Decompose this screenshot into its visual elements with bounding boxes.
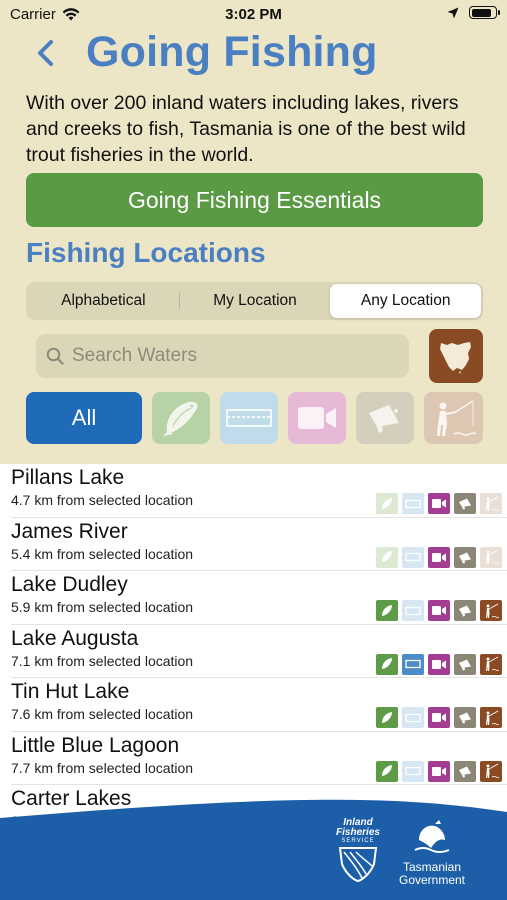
location-row[interactable]: Lake Dudley 5.9 km from selected location [11, 571, 507, 625]
tasmanian-government-logo: Tasmanian Government [392, 818, 472, 887]
video-camera-icon [298, 407, 336, 429]
location-distance: 4.7 km from selected location [11, 492, 194, 508]
filter-bar: All [26, 392, 483, 446]
info-badge-icon [454, 600, 476, 621]
filter-fish-button[interactable] [152, 392, 210, 444]
water-badge-icon [402, 653, 424, 675]
video-badge-icon [428, 493, 450, 514]
feature-badges [376, 760, 502, 782]
video-badge-icon [428, 546, 450, 568]
location-arrow-icon [447, 7, 459, 18]
status-bar: Carrier 3:02 PM [0, 0, 507, 28]
logo1-line2: Fisheries [336, 827, 380, 838]
water-badge-icon [402, 493, 424, 514]
search-icon [46, 347, 64, 365]
search-placeholder: Search Waters [72, 345, 197, 366]
fish-badge-icon [376, 760, 398, 782]
section-title: Fishing Locations [26, 237, 266, 268]
locations-list: Pillans Lake 4.7 km from selected locatio… [0, 464, 507, 839]
location-name: Lake Dudley [11, 573, 128, 596]
video-badge-icon [428, 760, 450, 782]
intro-text: With over 200 inland waters including la… [26, 92, 466, 166]
angler-badge-icon [480, 600, 502, 621]
chevron-left-icon [38, 40, 53, 66]
segment-label: Any Location [360, 292, 451, 309]
video-badge-icon [428, 707, 450, 728]
angler-badge-icon [480, 493, 502, 514]
location-distance: 5.9 km from selected location [11, 599, 194, 615]
essentials-label: Going Fishing Essentials [127, 186, 382, 213]
fish-badge-icon [376, 493, 398, 514]
feature-badges [376, 546, 502, 568]
megaphone-icon [369, 405, 399, 433]
location-distance: 7.7 km from selected location [11, 759, 194, 776]
search-waters-input[interactable]: Search Waters [36, 334, 409, 378]
info-badge-icon [454, 760, 476, 782]
feature-badges [376, 600, 502, 621]
filter-info-button[interactable] [356, 392, 414, 444]
filter-video-button[interactable] [288, 392, 346, 444]
fish-badge-icon [376, 546, 398, 568]
location-row[interactable]: Lake Augusta 7.1 km from selected locatio… [11, 625, 507, 678]
info-badge-icon [454, 653, 476, 675]
status-time: 3:02 PM [225, 6, 282, 23]
location-row[interactable]: James River 5.4 km from selected location [11, 518, 507, 571]
tasmanian-tiger-emblem-icon [414, 820, 450, 853]
water-badge-icon [402, 600, 424, 621]
feature-badges [376, 653, 502, 675]
fisheries-emblem-icon [338, 847, 378, 883]
location-row[interactable]: Pillans Lake 4.7 km from selected locatio… [11, 464, 507, 518]
video-badge-icon [428, 653, 450, 675]
location-row[interactable]: Little Blue Lagoon 7.7 km from selected l… [11, 732, 507, 785]
battery-icon [469, 6, 500, 19]
sort-segmented-control: Alphabetical My Location Any Location [26, 282, 483, 320]
filter-all-button[interactable]: All [26, 392, 142, 444]
page-title: Going Fishing [86, 28, 378, 76]
fish-badge-icon [376, 653, 398, 675]
location-name: Tin Hut Lake [11, 680, 130, 703]
segment-label: Alphabetical [61, 292, 146, 309]
segment-alphabetical[interactable]: Alphabetical [28, 284, 179, 318]
location-distance: 7.1 km from selected location [11, 652, 194, 669]
filter-all-label: All [71, 405, 97, 430]
fish-badge-icon [376, 600, 398, 621]
angler-badge-icon [480, 546, 502, 568]
segment-any-location[interactable]: Any Location [330, 284, 482, 318]
angler-badge-icon [480, 707, 502, 728]
header-panel: Carrier 3:02 PM Going Fishing With over … [0, 0, 507, 464]
tasmania-map-icon [440, 342, 471, 374]
segment-my-location[interactable]: My Location [180, 284, 331, 318]
angler-icon [436, 400, 476, 436]
location-name: James River [11, 519, 128, 543]
status-right [447, 6, 500, 19]
segment-label: My Location [213, 292, 297, 309]
water-level-icon [226, 409, 272, 427]
location-name: Little Blue Lagoon [11, 733, 180, 757]
back-button[interactable] [30, 33, 60, 73]
fish-badge-icon [376, 707, 398, 728]
location-row[interactable]: Tin Hut Lake 7.6 km from selected locatio… [11, 678, 507, 732]
fish-icon [163, 401, 198, 436]
location-name: Lake Augusta [11, 626, 139, 650]
logo2-line2: Government [398, 873, 466, 887]
going-fishing-essentials-button[interactable]: Going Fishing Essentials [26, 173, 483, 227]
location-distance: 7.6 km from selected location [11, 706, 194, 722]
water-badge-icon [402, 546, 424, 568]
inland-fisheries-service-logo: Inland Fisheries SERVICE [330, 818, 386, 887]
tasmania-map-button[interactable] [429, 329, 483, 383]
feature-badges [376, 493, 502, 514]
location-name: Pillans Lake [11, 466, 125, 489]
filter-water-button[interactable] [220, 392, 278, 444]
video-badge-icon [428, 600, 450, 621]
info-badge-icon [454, 546, 476, 568]
water-badge-icon [402, 760, 424, 782]
angler-badge-icon [480, 653, 502, 675]
feature-badges [376, 707, 502, 728]
info-badge-icon [454, 493, 476, 514]
water-badge-icon [402, 707, 424, 728]
location-distance: 5.4 km from selected location [11, 545, 194, 562]
angler-badge-icon [480, 760, 502, 782]
filter-angler-button[interactable] [424, 392, 483, 444]
info-badge-icon [454, 707, 476, 728]
